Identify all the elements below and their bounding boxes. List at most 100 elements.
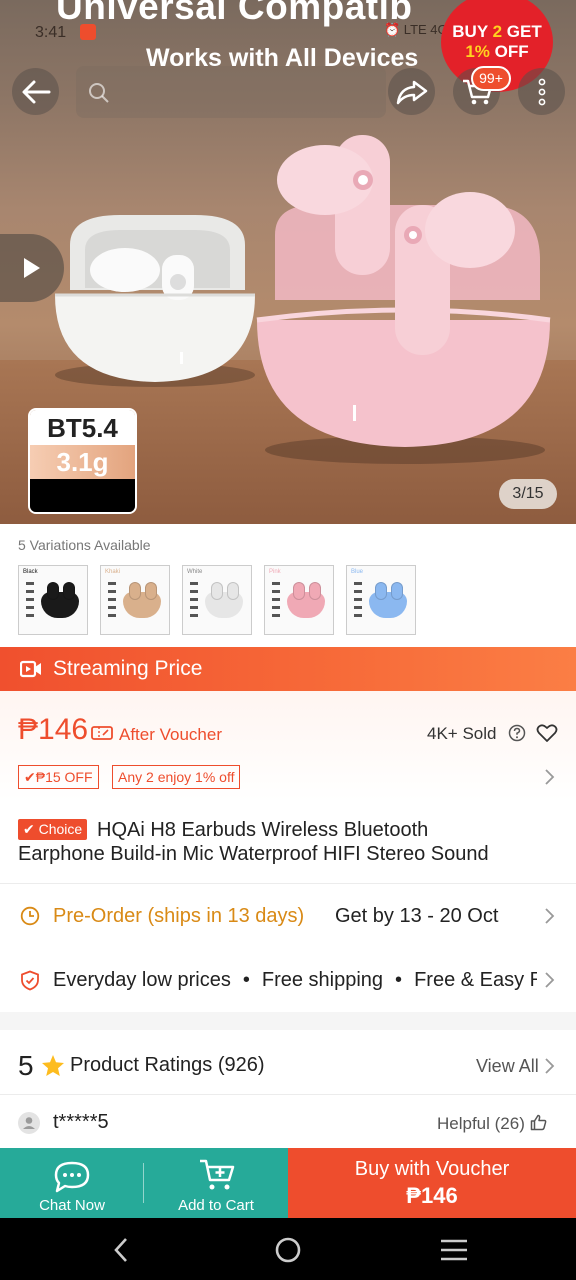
share-button[interactable]	[388, 68, 435, 115]
variation-spec-list	[189, 580, 199, 624]
variation-bud-image	[293, 582, 305, 600]
shopee-notification-icon	[80, 24, 96, 40]
helpful-button[interactable]: Helpful (26)	[437, 1114, 547, 1134]
product-title-line2: Earphone Build-in Mic Waterproof HIFI St…	[18, 843, 489, 865]
streaming-price-label: Streaming Price	[53, 657, 203, 680]
variation-option[interactable]: Black	[18, 565, 88, 635]
benefits-row[interactable]: Everyday low prices • Free shipping • Free &…	[0, 948, 576, 1012]
add-to-cart-label: Add to Cart	[178, 1197, 254, 1214]
variation-bud-image	[391, 582, 403, 600]
bt-version: BT5.4	[30, 410, 135, 445]
buy-label: Buy with Voucher	[354, 1158, 510, 1180]
banner-title: Universal Compatib	[56, 0, 413, 27]
preorder-row[interactable]: Pre-Order (ships in 13 days) Get by 13 -…	[0, 884, 576, 948]
product-page: Universal Compatib Works with All Device…	[0, 0, 576, 1280]
chat-icon	[54, 1161, 90, 1193]
nav-home-icon[interactable]	[274, 1236, 302, 1264]
variations-label: 5 Variations Available	[18, 537, 151, 553]
add-cart-icon	[200, 1159, 235, 1190]
variation-name: White	[187, 569, 203, 575]
favorite-heart-icon[interactable]	[536, 723, 558, 743]
preorder-label: Pre-Order (ships in 13 days)	[53, 905, 305, 927]
variation-name: Blue	[351, 569, 364, 575]
clock-icon	[20, 906, 40, 926]
variation-spec-list	[353, 580, 363, 624]
more-options-button[interactable]	[518, 68, 565, 115]
helpful-label: Helpful (26)	[437, 1114, 525, 1133]
variation-option[interactable]: White	[182, 565, 252, 635]
status-time: 3:41	[35, 24, 67, 41]
chat-now-button[interactable]: Chat Now	[0, 1148, 144, 1218]
chevron-right-icon	[545, 972, 555, 988]
add-to-cart-button[interactable]: Add to Cart	[144, 1148, 288, 1218]
pink-earbuds-image	[256, 135, 551, 464]
ratings-row[interactable]: 5 Product Ratings (926) View All	[0, 1030, 576, 1094]
variation-bud-image	[129, 582, 141, 600]
star-icon	[42, 1055, 64, 1076]
variation-bud-image	[227, 582, 239, 600]
variation-option[interactable]: Khaki	[100, 565, 170, 635]
variation-name: Pink	[269, 569, 281, 575]
video-camera-icon	[20, 660, 41, 678]
promo-line1: BUY 2 GET	[452, 22, 542, 41]
variation-spec-list	[25, 580, 35, 624]
nav-recents-icon[interactable]	[440, 1238, 468, 1262]
product-title-section: ✔ Choice HQAi H8 Earbuds Wireless Blueto…	[0, 801, 576, 883]
view-all-link[interactable]: View All	[476, 1056, 539, 1077]
ratings-label: Product Ratings (926)	[70, 1054, 265, 1076]
choice-badge: ✔ Choice	[18, 819, 88, 840]
chat-now-label: Chat Now	[39, 1197, 105, 1214]
reviewer-name: t*****5	[53, 1111, 109, 1133]
cart-count-badge: 99+	[471, 66, 511, 91]
back-arrow-icon	[22, 80, 50, 103]
promo-line2: 1% OFF	[465, 42, 529, 61]
back-button[interactable]	[12, 68, 59, 115]
price-section: ₱146 After Voucher 4K+ Sold ✔₱15 OFF Any…	[0, 691, 576, 801]
more-vertical-icon	[538, 78, 545, 105]
image-pager: 3/15	[499, 479, 557, 509]
review-row: t*****5 Helpful (26)	[0, 1095, 576, 1148]
thumbs-up-icon	[530, 1114, 546, 1131]
benefits-list: Everyday low prices • Free shipping • Free &…	[53, 969, 537, 992]
voucher-chip[interactable]: ✔₱15 OFF	[18, 765, 99, 789]
chevron-right-icon	[545, 1058, 555, 1074]
variation-bud-image	[375, 582, 387, 600]
variation-bud-image	[63, 582, 75, 600]
shield-check-icon	[21, 970, 39, 991]
play-icon	[24, 258, 40, 278]
variation-bud-image	[211, 582, 223, 600]
search-icon	[89, 83, 109, 103]
variation-option[interactable]: Pink	[264, 565, 334, 635]
spec-badge-footer	[30, 479, 135, 512]
chevron-right-icon[interactable]	[543, 768, 555, 786]
benefit-item: Free & Easy Returns	[414, 969, 537, 991]
variation-name: Black	[23, 569, 38, 575]
delivery-date: Get by 13 - 20 Oct	[335, 905, 499, 927]
variation-spec-list	[271, 580, 281, 624]
buy-with-voucher-button[interactable]: Buy with Voucher ₱146	[288, 1148, 576, 1218]
system-nav-bar	[0, 1218, 576, 1280]
product-title-line1: HQAi H8 Earbuds Wireless Bluetooth	[97, 819, 429, 841]
variation-option[interactable]: Blue	[346, 565, 416, 635]
voucher-icon	[91, 726, 113, 740]
share-icon	[396, 80, 427, 104]
help-icon[interactable]	[508, 724, 526, 742]
product-image-carousel[interactable]: Universal Compatib Works with All Device…	[0, 0, 576, 524]
bt-weight: 3.1g	[30, 445, 135, 479]
variation-bud-image	[145, 582, 157, 600]
variation-bud-image	[47, 582, 59, 600]
bundle-deal-chip[interactable]: Any 2 enjoy 1% off	[112, 765, 241, 789]
white-earbuds-image	[55, 215, 255, 387]
sold-count: 4K+ Sold	[427, 724, 497, 743]
bottom-action-bar: Chat Now Add to Cart Buy with Voucher ₱1…	[0, 1148, 576, 1218]
benefit-item: Free shipping	[261, 969, 384, 991]
buy-price: ₱146	[406, 1183, 458, 1208]
streaming-price-bar: Streaming Price	[0, 647, 576, 691]
variation-spec-list	[107, 580, 117, 624]
benefit-item: Everyday low prices	[53, 969, 231, 991]
nav-back-icon[interactable]	[112, 1237, 130, 1263]
avatar	[18, 1112, 40, 1134]
search-bar[interactable]	[76, 66, 386, 118]
spec-badge: BT5.4 3.1g	[28, 408, 137, 514]
user-icon	[23, 1117, 35, 1129]
